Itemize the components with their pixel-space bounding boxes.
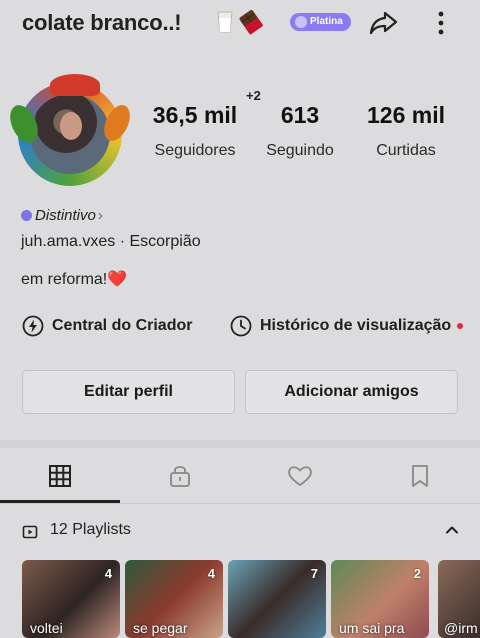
active-tab-indicator <box>0 500 120 503</box>
stat-likes[interactable]: 126 mil Curtidas <box>356 102 456 160</box>
locked-icon <box>170 466 190 487</box>
tab-videos[interactable] <box>0 448 120 504</box>
stat-followers[interactable]: 36,5 mil Seguidores <box>148 102 242 160</box>
playlist-card[interactable]: 2 um sai pra <box>331 560 429 638</box>
badge-icon <box>295 16 307 28</box>
following-label: Seguindo <box>266 142 334 159</box>
notification-dot <box>457 323 464 329</box>
milk-glass-icon <box>217 11 233 33</box>
followers-count: 36,5 mil <box>152 102 238 128</box>
profile-page: colate branco..! Platina +2 36,5 mil Seg… <box>0 0 480 638</box>
creator-center-link[interactable]: Central do Criador <box>22 313 192 339</box>
badge-link[interactable]: Distintivo › <box>21 207 103 224</box>
bio-username-line: juh.ama.vxes · Escorpião <box>21 233 201 250</box>
videos-grid-icon <box>49 465 71 487</box>
playlists-header[interactable]: 12 Playlists <box>0 512 480 552</box>
add-friends-button[interactable]: Adicionar amigos <box>245 370 458 414</box>
chevron-right-icon: › <box>97 207 103 224</box>
more-icon[interactable] <box>430 8 452 38</box>
likes-label: Curtidas <box>376 142 436 159</box>
extra-count-badge: +2 <box>246 88 261 103</box>
playlist-card[interactable]: 4 voltei <box>22 560 120 638</box>
view-history-label: Histórico de visualização <box>260 317 452 334</box>
playlist-video-count: 4 <box>104 566 112 581</box>
playlist-card[interactable]: 7 <box>228 560 326 638</box>
content-tabs <box>0 448 480 504</box>
playlist-caption: @irm <box>444 620 478 636</box>
chocolate-bar-icon <box>239 10 263 35</box>
view-history-link[interactable]: Histórico de visualização <box>230 313 464 339</box>
avatar[interactable] <box>4 74 135 192</box>
bookmark-icon <box>412 465 428 487</box>
playlist-card[interactable]: @irm <box>438 560 480 638</box>
edit-profile-button[interactable]: Editar perfil <box>22 370 235 414</box>
bio-status: em reforma! <box>21 271 108 288</box>
avatar-decoration <box>50 74 100 96</box>
playlist-video-count: 7 <box>310 566 318 581</box>
playlist-caption: um sai pra <box>339 620 405 636</box>
bio-text: em reforma!❤️ <box>21 269 127 289</box>
playlist-card[interactable]: 4 se pegar <box>125 560 223 638</box>
followers-label: Seguidores <box>154 142 236 159</box>
badge-label: Platina <box>310 16 343 27</box>
tab-liked[interactable] <box>240 448 360 504</box>
likes-count: 126 mil <box>367 102 445 128</box>
chevron-up-icon[interactable] <box>444 522 460 538</box>
lightning-icon <box>22 315 44 337</box>
distintivo-icon <box>21 210 32 221</box>
section-divider <box>0 440 480 448</box>
tab-saved[interactable] <box>360 448 480 504</box>
playlist-video-count: 2 <box>413 566 421 581</box>
tab-private[interactable] <box>120 448 240 504</box>
share-icon[interactable] <box>366 6 400 40</box>
following-count: 613 <box>280 102 320 128</box>
liked-icon <box>288 466 312 486</box>
playlist-icon <box>22 525 38 539</box>
playlist-caption: se pegar <box>133 620 188 636</box>
playlist-video-count: 4 <box>207 566 215 581</box>
creator-center-label: Central do Criador <box>52 317 193 334</box>
playlists-label: 12 Playlists <box>50 521 131 538</box>
stat-following[interactable]: 613 Seguindo <box>258 102 342 160</box>
heart-emoji: ❤️ <box>107 271 128 288</box>
top-bar: colate branco..! Platina <box>0 0 480 50</box>
profile-title: colate branco..! <box>22 10 182 35</box>
platinum-badge[interactable]: Platina <box>290 13 351 31</box>
avatar-photo <box>30 94 110 174</box>
distintivo-label: Distintivo <box>35 207 96 224</box>
clock-icon <box>230 315 252 337</box>
playlist-caption: voltei <box>30 620 63 636</box>
